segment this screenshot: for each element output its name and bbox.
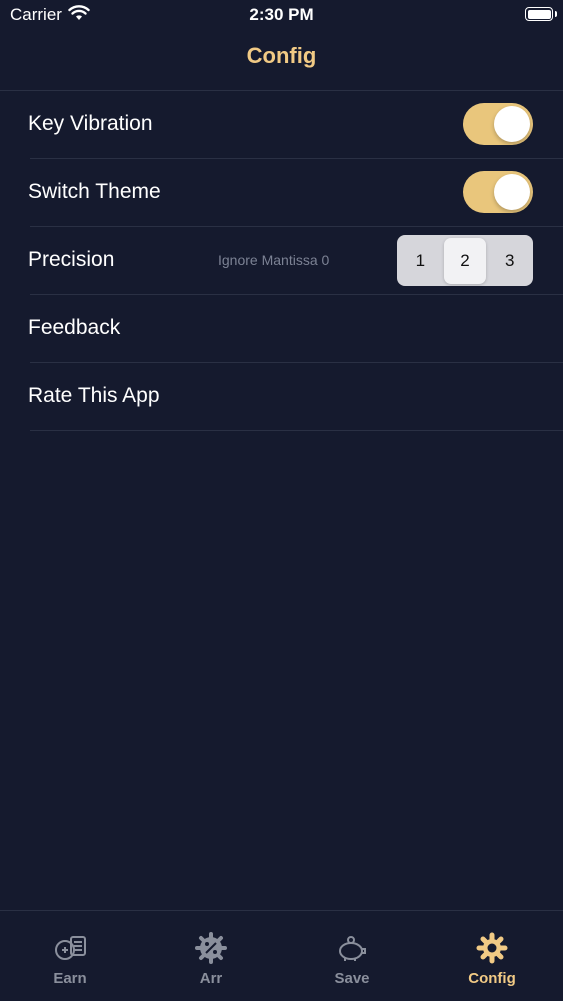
precision-hint: Ignore Mantissa 0: [218, 252, 330, 268]
earn-icon: [55, 936, 86, 960]
switch-theme-label: Switch Theme: [28, 180, 161, 203]
percent-gear-icon: [195, 932, 227, 964]
feedback-label: Feedback: [28, 316, 121, 339]
settings-list: Key Vibration Switch Theme Precision Ign…: [0, 91, 563, 431]
tab-config-label: Config: [468, 970, 516, 987]
key-vibration-label: Key Vibration: [28, 112, 153, 135]
tab-arr-label: Arr: [199, 970, 223, 987]
tab-save-label: Save: [334, 970, 370, 987]
precision-option-1[interactable]: 1: [399, 238, 442, 284]
toggle-knob: [494, 174, 530, 210]
switch-theme-toggle[interactable]: [463, 171, 533, 213]
tab-save[interactable]: Save: [282, 911, 422, 1001]
tab-earn-label: Earn: [53, 970, 87, 987]
tab-earn[interactable]: Earn: [0, 911, 140, 1001]
gear-icon: [476, 932, 508, 964]
precision-option-2[interactable]: 2: [443, 237, 487, 284]
toggle-knob: [494, 106, 530, 142]
precision-option-3[interactable]: 3: [488, 238, 531, 284]
rate-app-row[interactable]: Rate This App: [28, 363, 563, 431]
tab-config[interactable]: Config: [422, 911, 562, 1001]
status-bar: Carrier 2:30 PM: [0, 0, 563, 30]
precision-label: Precision: [28, 248, 115, 271]
navigation-bar: Config: [0, 30, 563, 91]
tab-bar: Earn Arr Save Config: [0, 910, 563, 1001]
precision-segmented-control: 1 2 3: [397, 235, 533, 286]
battery-icon: [525, 7, 557, 21]
rate-app-label: Rate This App: [28, 384, 160, 407]
switch-theme-row: Switch Theme: [28, 159, 563, 227]
precision-row: Precision Ignore Mantissa 0 1 2 3: [28, 227, 563, 295]
status-time: 2:30 PM: [249, 5, 314, 24]
piggy-bank-icon: [339, 936, 366, 961]
page-title: Config: [246, 43, 317, 68]
key-vibration-row: Key Vibration: [28, 91, 563, 159]
feedback-row[interactable]: Feedback: [28, 295, 563, 363]
key-vibration-toggle[interactable]: [463, 103, 533, 145]
tab-arr[interactable]: Arr: [141, 911, 281, 1001]
